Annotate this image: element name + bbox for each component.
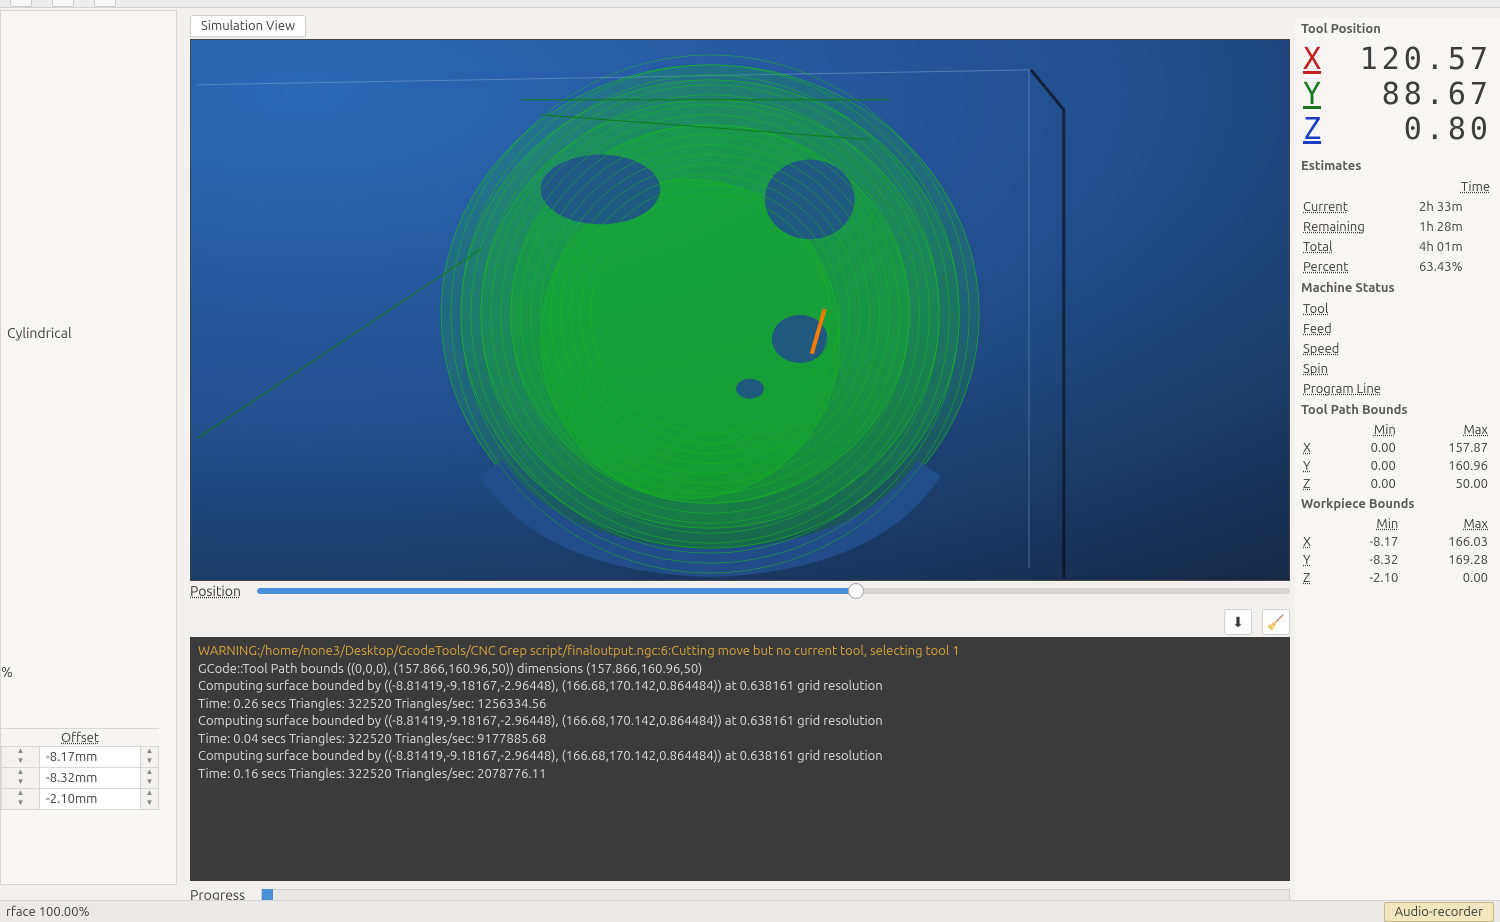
tool-shape-label: Cylindrical	[5, 325, 172, 341]
toolbar-button[interactable]	[94, 0, 116, 7]
tab-simulation-view[interactable]: Simulation View	[190, 15, 306, 37]
est-value: 2h 33m	[1411, 197, 1500, 217]
save-log-button[interactable]: ⬇	[1224, 609, 1252, 635]
toolbar-button[interactable]	[10, 0, 32, 7]
status-bar: rface 100.00% Audio-recorder	[0, 900, 1500, 922]
position-slider[interactable]	[257, 588, 1290, 594]
offset-z-value[interactable]: -2.10mm	[40, 789, 140, 809]
console-toolbar: ⬇ 🧹	[190, 609, 1290, 635]
toolbar-button[interactable]	[52, 0, 74, 7]
ms-label: Feed	[1295, 319, 1470, 339]
axis-z-label: Z	[1303, 112, 1321, 147]
section-workpiece-bounds: Workpiece Bounds	[1295, 493, 1500, 515]
log-line: GCode::Tool Path bounds ((0,0,0), (157.8…	[198, 661, 1282, 679]
stepper-down-icon[interactable]: ▼	[141, 799, 158, 809]
offset-x-value[interactable]: -8.17mm	[40, 747, 140, 767]
est-label: Total	[1295, 237, 1411, 257]
main-area: Simulation View	[190, 15, 1290, 912]
est-label: Remaining	[1295, 217, 1411, 237]
offset-z-row[interactable]: ▲▼ -2.10mm ▲▼	[1, 788, 159, 810]
offset-group: Offset ▲▼ -8.17mm ▲▼ ▲▼ -8.32mm ▲▼ ▲▼ -2…	[1, 728, 159, 810]
left-panel: Cylindrical % Offset ▲▼ -8.17mm ▲▼ ▲▼ -8…	[0, 10, 177, 885]
stepper-down-icon[interactable]: ▼	[2, 778, 39, 788]
simulation-viewport[interactable]	[190, 39, 1290, 581]
surface-progress-text: rface 100.00%	[6, 905, 90, 919]
log-line: Computing surface bounded by ((-8.81419,…	[198, 678, 1282, 696]
stepper-down-icon[interactable]: ▼	[141, 778, 158, 788]
stepper-down-icon[interactable]: ▼	[2, 799, 39, 809]
section-machine-status: Machine Status	[1295, 277, 1500, 299]
axis-z-value: 0.80	[1404, 112, 1492, 147]
axis-x-value: 120.57	[1360, 42, 1492, 77]
log-line: WARNING:/home/none3/Desktop/GcodeTools/C…	[198, 643, 1282, 661]
percent-symbol: %	[1, 634, 159, 684]
log-line: Time: 0.16 secs Triangles: 322520 Triang…	[198, 766, 1282, 784]
tool-path-bounds-table: MinMax X0.00157.87 Y0.00160.96 Z0.0050.0…	[1295, 421, 1500, 493]
section-tool-path-bounds: Tool Path Bounds	[1295, 399, 1500, 421]
position-label: Position	[190, 583, 241, 599]
top-toolbar	[0, 0, 1500, 8]
offset-y-row[interactable]: ▲▼ -8.32mm ▲▼	[1, 767, 159, 789]
toolpath-svg	[191, 40, 1289, 580]
axis-y-value: 88.67	[1382, 77, 1492, 112]
workpiece-bounds-table: MinMax X-8.17166.03 Y-8.32169.28 Z-2.100…	[1295, 515, 1500, 587]
offset-header: Offset	[1, 728, 159, 747]
clear-log-button[interactable]: 🧹	[1262, 609, 1290, 635]
estimates-table: Time Current2h 33m Remaining1h 28m Total…	[1295, 177, 1500, 277]
ms-label: Program Line	[1295, 379, 1470, 399]
ms-label: Tool	[1295, 299, 1470, 319]
offset-y-value[interactable]: -8.32mm	[40, 768, 140, 788]
est-value: 4h 01m	[1411, 237, 1500, 257]
est-value: 1h 28m	[1411, 217, 1500, 237]
time-header: Time	[1411, 177, 1500, 197]
axis-x-label: X	[1303, 42, 1321, 77]
est-value: 63.43%	[1411, 257, 1500, 277]
offset-x-row[interactable]: ▲▼ -8.17mm ▲▼	[1, 746, 159, 768]
section-tool-position: Tool Position	[1295, 18, 1500, 40]
log-line: Time: 0.04 secs Triangles: 322520 Triang…	[198, 731, 1282, 749]
position-slider-row: Position	[190, 583, 1290, 599]
est-label: Percent	[1295, 257, 1411, 277]
est-label: Current	[1295, 197, 1411, 217]
stepper-down-icon[interactable]: ▼	[141, 757, 158, 767]
stepper-down-icon[interactable]: ▼	[2, 757, 39, 767]
broom-icon: 🧹	[1267, 614, 1284, 631]
axis-y-label: Y	[1303, 77, 1321, 112]
download-icon: ⬇	[1232, 614, 1244, 631]
section-estimates: Estimates	[1295, 155, 1500, 177]
right-panel: Tool Position X 120.57 Y 88.67 Z 0.80 Estim…	[1295, 18, 1500, 922]
log-line: Time: 0.26 secs Triangles: 322520 Triang…	[198, 696, 1282, 714]
machine-status-table: Tool Feed Speed Spin Program Line	[1295, 299, 1500, 399]
slider-thumb[interactable]	[848, 583, 864, 599]
log-console[interactable]: WARNING:/home/none3/Desktop/GcodeTools/C…	[190, 637, 1290, 881]
ms-label: Speed	[1295, 339, 1470, 359]
log-line: Computing surface bounded by ((-8.81419,…	[198, 748, 1282, 766]
log-line: Computing surface bounded by ((-8.81419,…	[198, 713, 1282, 731]
ms-label: Spin	[1295, 359, 1470, 379]
audio-recorder-button[interactable]: Audio-recorder	[1384, 902, 1494, 922]
